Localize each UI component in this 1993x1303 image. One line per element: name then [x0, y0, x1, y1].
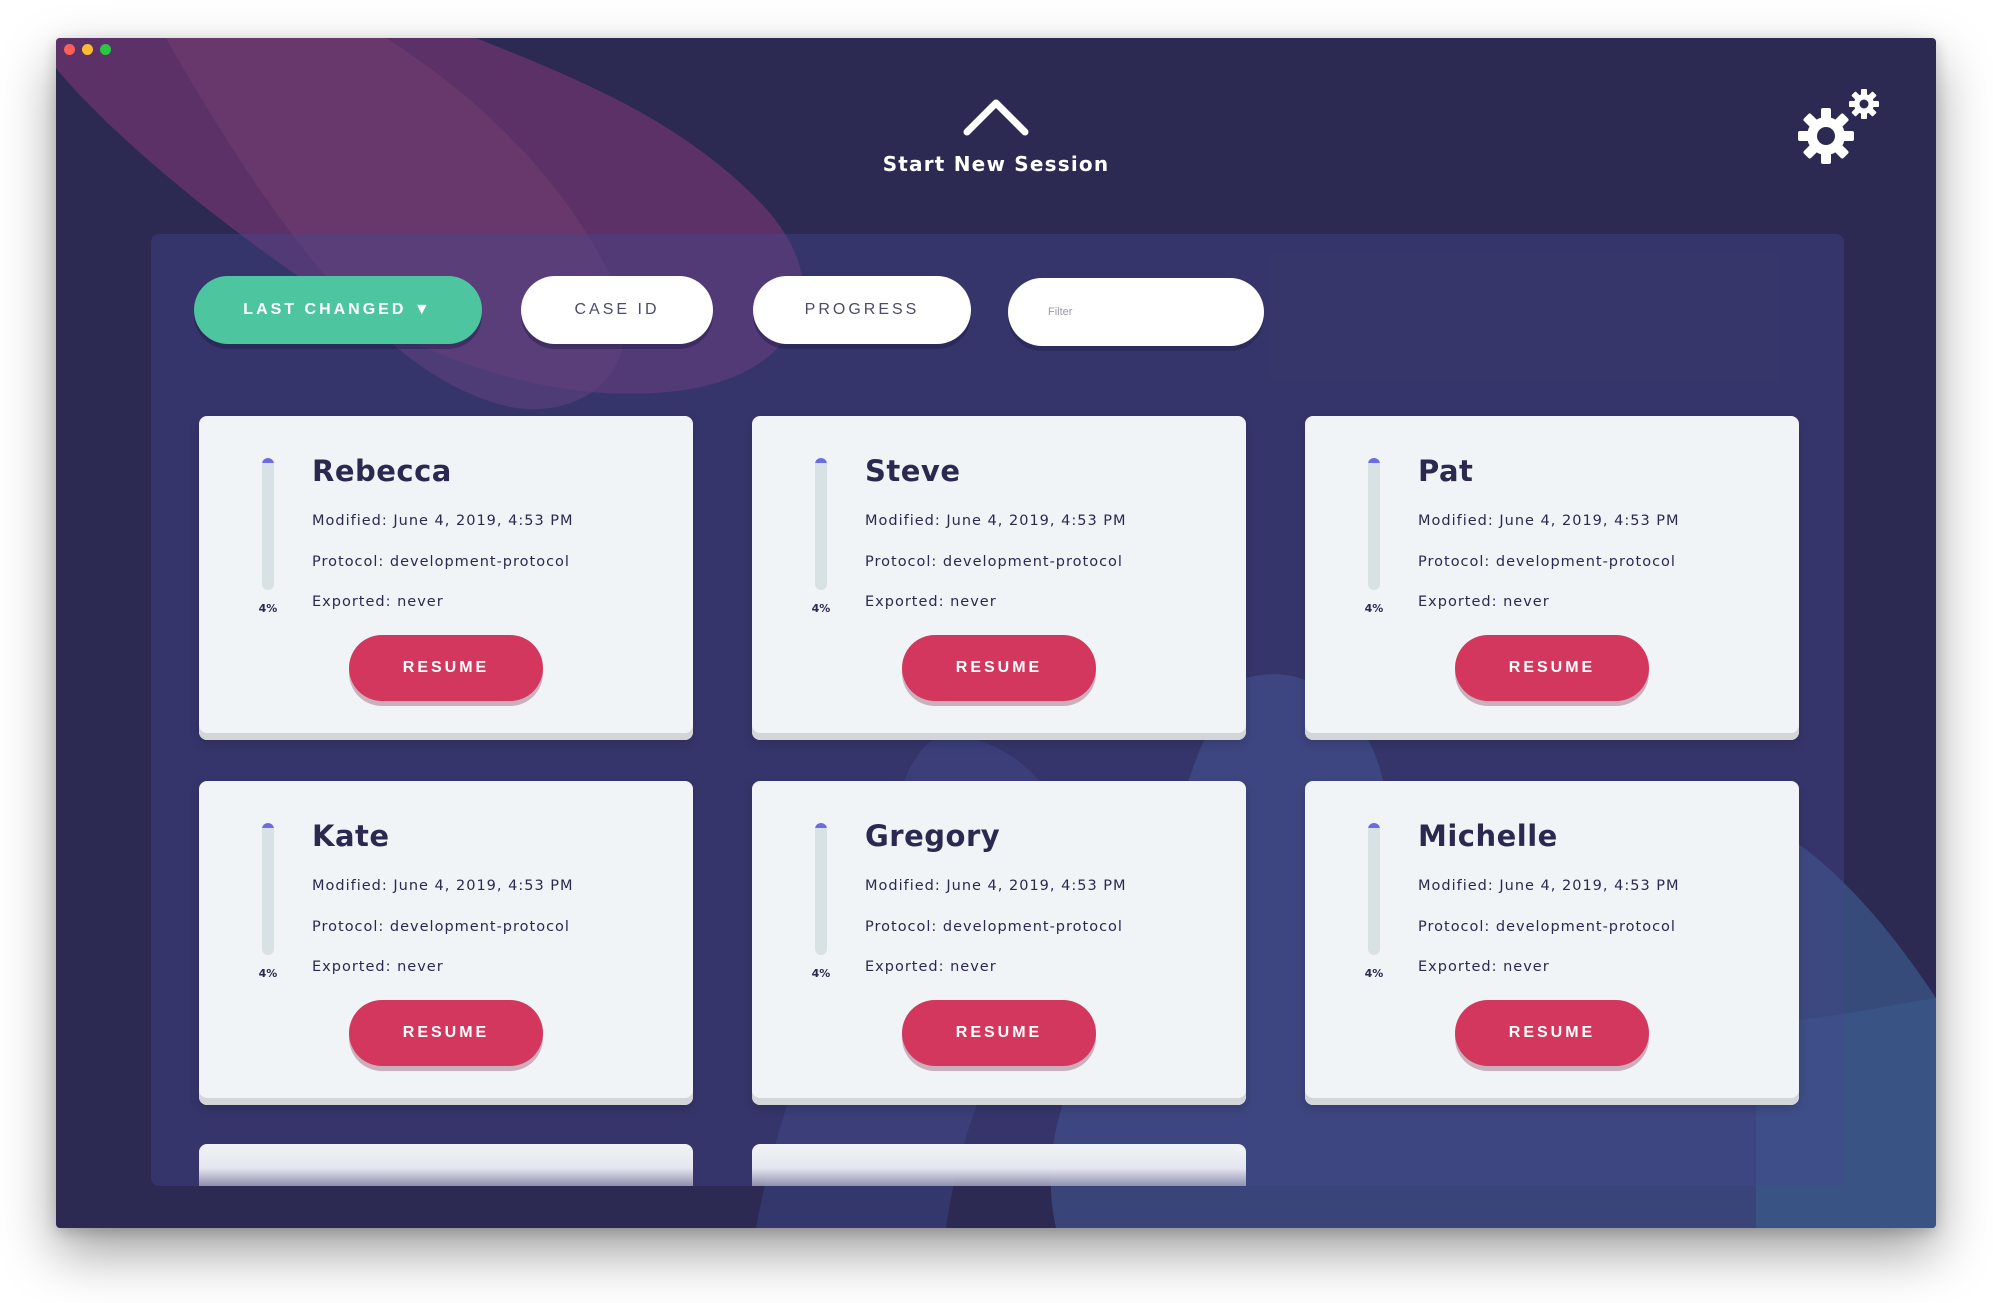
start-new-session-button[interactable]: Start New Session	[836, 90, 1156, 230]
modified-date: Modified: June 4, 2019, 4:53 PM	[865, 878, 1127, 894]
progress-bar-fill	[1368, 823, 1380, 829]
export-status: Exported: never	[865, 959, 997, 975]
progress-bar-fill	[815, 823, 827, 829]
progress-bar	[262, 823, 274, 955]
case-name: Kate	[312, 819, 390, 853]
progress-bar-fill	[1368, 458, 1380, 464]
protocol-name: Protocol: development-protocol	[865, 919, 1123, 935]
resume-button[interactable]: RESUME	[1455, 635, 1649, 701]
session-card: 4% Pat Modified: June 4, 2019, 4:53 PM P…	[1305, 416, 1799, 740]
session-card: 4% Kate Modified: June 4, 2019, 4:53 PM …	[199, 781, 693, 1105]
resume-button[interactable]: RESUME	[902, 635, 1096, 701]
gear-icon[interactable]	[1796, 88, 1886, 168]
progress-bar-fill	[262, 458, 274, 464]
progress-bar	[262, 458, 274, 590]
protocol-name: Protocol: development-protocol	[312, 554, 570, 570]
sort-case-id-button[interactable]: CASE ID	[521, 276, 713, 344]
case-name: Rebecca	[312, 454, 452, 488]
sort-progress-button[interactable]: PROGRESS	[753, 276, 971, 344]
case-name: Gregory	[865, 819, 1001, 853]
export-status: Exported: never	[312, 594, 444, 610]
progress-percent: 4%	[1364, 967, 1384, 980]
protocol-name: Protocol: development-protocol	[1418, 919, 1676, 935]
session-card: 4% Rebecca Modified: June 4, 2019, 4:53 …	[199, 416, 693, 740]
resume-button[interactable]: RESUME	[902, 1000, 1096, 1066]
export-status: Exported: never	[1418, 959, 1550, 975]
session-card: 4% Michelle Modified: June 4, 2019, 4:53…	[1305, 781, 1799, 1105]
resume-button[interactable]: RESUME	[1455, 1000, 1649, 1066]
export-status: Exported: never	[312, 959, 444, 975]
progress-bar	[1368, 458, 1380, 590]
app-window: Start New Session LAST CHANGED ▼ CASE ID…	[56, 38, 1936, 1228]
progress-bar-fill	[815, 458, 827, 464]
protocol-name: Protocol: development-protocol	[865, 554, 1123, 570]
case-name: Pat	[1418, 454, 1474, 488]
session-card-partial	[199, 1144, 693, 1186]
chevron-up-icon	[963, 99, 1029, 136]
protocol-name: Protocol: development-protocol	[1418, 554, 1676, 570]
modified-date: Modified: June 4, 2019, 4:53 PM	[312, 513, 574, 529]
export-status: Exported: never	[865, 594, 997, 610]
modified-date: Modified: June 4, 2019, 4:53 PM	[312, 878, 574, 894]
progress-bar-fill	[262, 823, 274, 829]
progress-percent: 4%	[258, 602, 278, 615]
modified-date: Modified: June 4, 2019, 4:53 PM	[865, 513, 1127, 529]
progress-percent: 4%	[811, 602, 831, 615]
progress-percent: 4%	[1364, 602, 1384, 615]
session-card-partial	[752, 1144, 1246, 1186]
progress-bar	[1368, 823, 1380, 955]
zoom-window-button[interactable]	[100, 44, 111, 55]
progress-bar	[815, 823, 827, 955]
export-status: Exported: never	[1418, 594, 1550, 610]
sessions-panel: LAST CHANGED ▼ CASE ID PROGRESS 4% Rebec…	[151, 234, 1844, 1186]
case-name: Steve	[865, 454, 961, 488]
case-name: Michelle	[1418, 819, 1558, 853]
minimize-window-button[interactable]	[82, 44, 93, 55]
sort-last-changed-button[interactable]: LAST CHANGED ▼	[194, 276, 482, 344]
progress-percent: 4%	[811, 967, 831, 980]
session-card: 4% Gregory Modified: June 4, 2019, 4:53 …	[752, 781, 1246, 1105]
start-new-session-label: Start New Session	[882, 152, 1110, 176]
filter-input[interactable]	[1008, 278, 1264, 346]
progress-percent: 4%	[258, 967, 278, 980]
modified-date: Modified: June 4, 2019, 4:53 PM	[1418, 878, 1680, 894]
session-card: 4% Steve Modified: June 4, 2019, 4:53 PM…	[752, 416, 1246, 740]
resume-button[interactable]: RESUME	[349, 635, 543, 701]
protocol-name: Protocol: development-protocol	[312, 919, 570, 935]
close-window-button[interactable]	[64, 44, 75, 55]
progress-bar	[815, 458, 827, 590]
resume-button[interactable]: RESUME	[349, 1000, 543, 1066]
window-controls	[64, 44, 111, 55]
modified-date: Modified: June 4, 2019, 4:53 PM	[1418, 513, 1680, 529]
